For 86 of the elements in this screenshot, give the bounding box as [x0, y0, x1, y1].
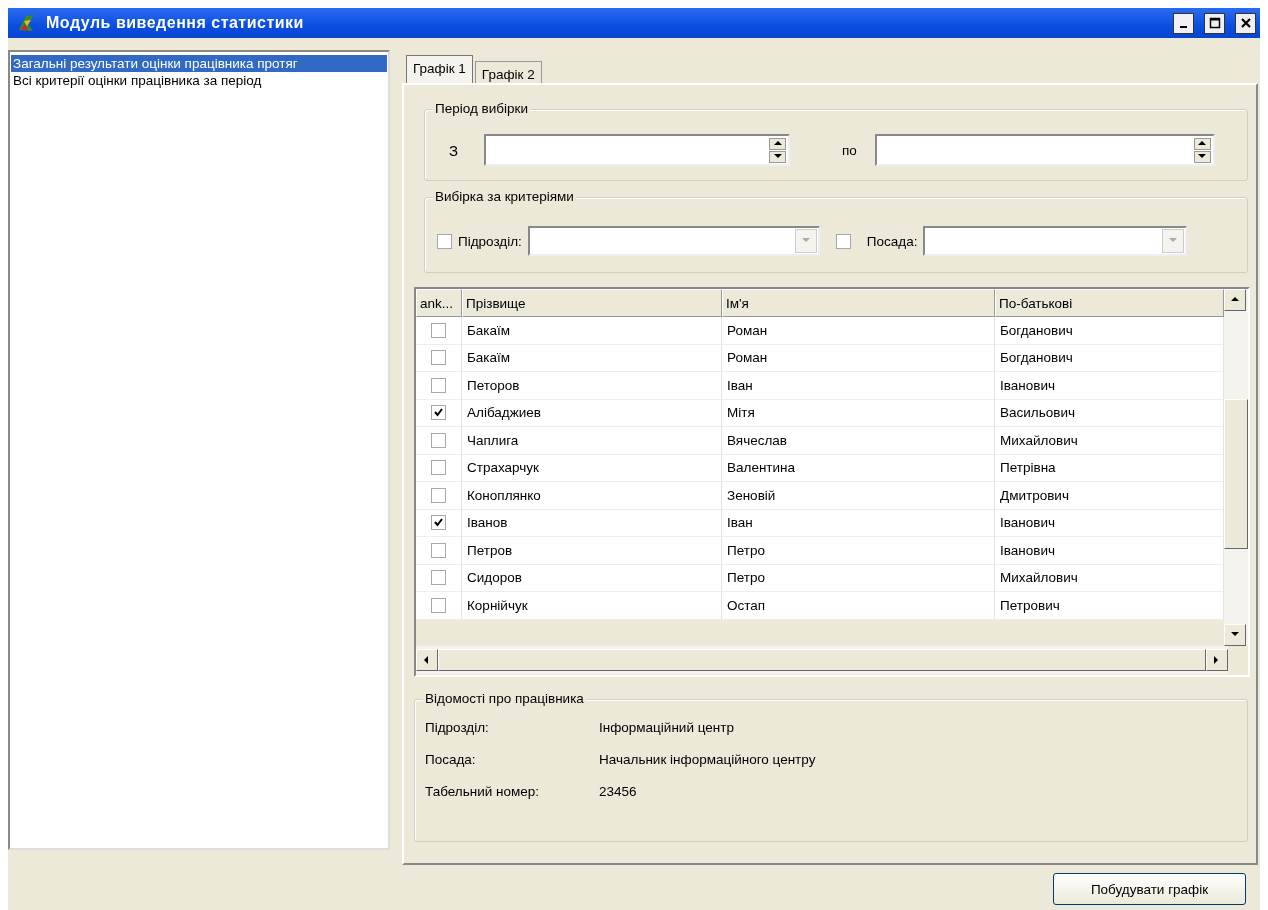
spin-up-button[interactable]	[1193, 137, 1211, 150]
table-cell: Михайлович	[995, 427, 1224, 455]
list-item[interactable]: Всі критерії оцінки працівника за період	[11, 72, 387, 89]
group-title: Період вибірки	[433, 101, 530, 116]
minimize-button[interactable]	[1173, 12, 1194, 34]
spin-field[interactable]	[484, 134, 791, 166]
table-cell: Петров	[462, 537, 722, 565]
checkbox[interactable]	[431, 432, 446, 448]
column-header[interactable]: Ім'я	[722, 289, 995, 317]
scroll-up-button[interactable]	[1224, 289, 1246, 311]
dropdown-button[interactable]	[1162, 229, 1185, 253]
info-label: Посада:	[425, 752, 477, 767]
minimize-icon	[1180, 26, 1187, 28]
checkbox[interactable]	[431, 487, 446, 503]
table-cell: Бакаїм	[462, 344, 722, 372]
table-cell: Петрович	[995, 592, 1224, 620]
table-cell: Іванов	[462, 509, 722, 537]
window-title: Модуль виведення статистики	[46, 14, 305, 32]
table-cell: Іванович	[995, 537, 1224, 565]
field-label: Посада:	[866, 233, 918, 249]
table-cell: Остап	[722, 592, 995, 620]
table-cell: Мітя	[722, 399, 995, 427]
table-cell: Іван	[722, 509, 995, 537]
maximize-button[interactable]	[1204, 12, 1225, 34]
column-header[interactable]: По-батькові	[995, 289, 1224, 317]
checkbox[interactable]	[431, 597, 446, 613]
checkbox[interactable]	[431, 405, 446, 421]
vertical-scrollbar[interactable]	[1224, 289, 1248, 646]
table-cell: Страхарчук	[462, 454, 722, 482]
group-title: Вибірка за критеріями	[433, 189, 576, 204]
horizontal-scrollbar[interactable]	[416, 646, 1228, 674]
table-cell: Коноплянко	[462, 482, 722, 510]
table-cell: Роман	[722, 317, 995, 345]
table-cell: Іванович	[995, 372, 1224, 400]
field-label: З	[449, 141, 459, 159]
table-cell: Роман	[722, 344, 995, 372]
checkbox[interactable]	[431, 542, 446, 558]
table-cell: Валентина	[722, 454, 995, 482]
checkbox[interactable]	[431, 377, 446, 393]
table-cell: Корнійчук	[462, 592, 722, 620]
maximize-icon	[1208, 17, 1221, 29]
table-cell: Петро	[722, 537, 995, 565]
list-item[interactable]: Загальні результати оцінки працівника протяг	[11, 55, 387, 72]
table-cell: Зеновій	[722, 482, 995, 510]
table-cell: Іван	[722, 372, 995, 400]
checkbox[interactable]	[431, 570, 446, 586]
spin-up-button[interactable]	[769, 137, 787, 150]
dropdown-button[interactable]	[794, 229, 817, 253]
info-label: Підрозділ:	[425, 720, 490, 735]
table-cell: Вячеслав	[722, 427, 995, 455]
table-cell: Сидоров	[462, 564, 722, 592]
column-header[interactable]: ank...	[416, 289, 462, 317]
scroll-down-button[interactable]	[1224, 624, 1246, 646]
column-header[interactable]: Прізвище	[462, 289, 722, 317]
spin-down-button[interactable]	[769, 150, 787, 163]
checkbox[interactable]	[431, 460, 446, 476]
checkbox[interactable]	[431, 350, 446, 366]
tab[interactable]: Графік 1	[406, 55, 473, 83]
table-cell: Алібаджиев	[462, 399, 722, 427]
group-title: Відомості про працівника	[423, 691, 586, 706]
table-cell: Петро	[722, 564, 995, 592]
scroll-right-button[interactable]	[1206, 649, 1228, 671]
field-label: Підрозділ:	[458, 233, 522, 249]
table-cell: Петоров	[462, 372, 722, 400]
build-chart-button[interactable]: Побудувати графік	[1053, 873, 1246, 905]
dropdown-field[interactable]	[527, 226, 820, 256]
spin-field[interactable]	[874, 134, 1215, 166]
tab[interactable]: Графік 2	[474, 61, 542, 83]
table-cell: Богданович	[995, 317, 1224, 345]
table-cell: Чаплига	[462, 427, 722, 455]
close-button[interactable]	[1235, 12, 1256, 34]
checkbox[interactable]	[835, 233, 851, 249]
spin-down-button[interactable]	[1193, 150, 1211, 163]
checkbox[interactable]	[431, 515, 446, 531]
info-value: 23456	[599, 784, 638, 799]
info-label: Табельний номер:	[425, 784, 540, 799]
field-label: по	[842, 142, 857, 158]
info-value: Інформаційний центр	[599, 720, 735, 735]
checkbox[interactable]	[437, 233, 452, 249]
close-icon	[1239, 17, 1252, 29]
dropdown-field[interactable]	[923, 226, 1188, 256]
checkbox[interactable]	[431, 322, 446, 338]
scroll-left-button[interactable]	[416, 649, 438, 671]
table-cell: Бакаїм	[462, 317, 722, 345]
table-cell: Дмитрович	[995, 482, 1224, 510]
info-value: Начальник інформаційного центру	[599, 752, 817, 767]
